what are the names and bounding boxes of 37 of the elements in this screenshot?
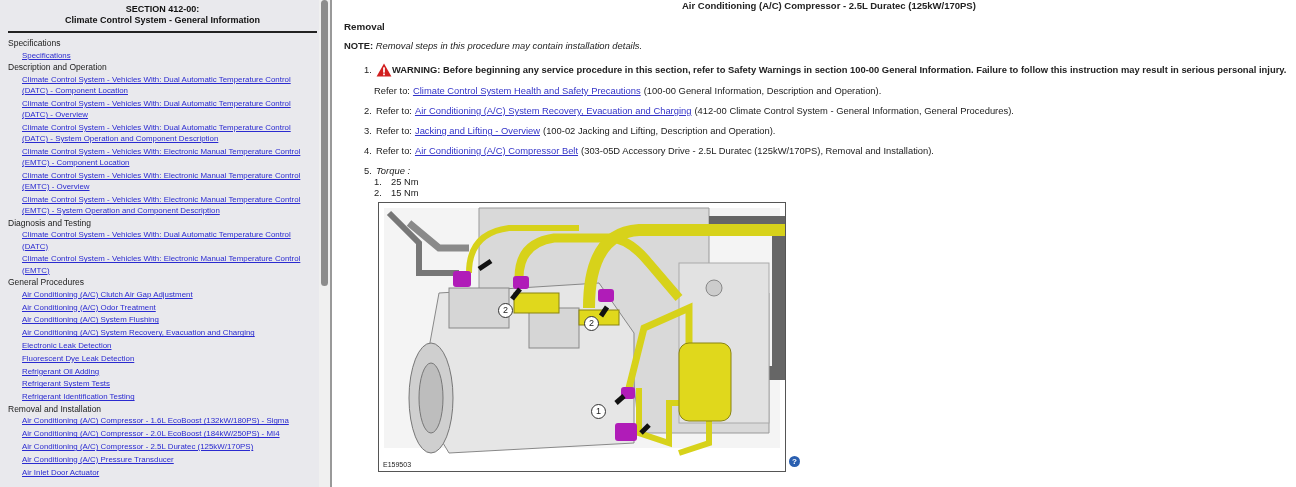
note-text: NOTE: Removal steps in this procedure may contain installation details. (344, 40, 644, 51)
help-icon[interactable]: ? (789, 456, 800, 467)
reference-link[interactable]: Air Conditioning (A/C) System Recovery, Evacuation and Charging (414, 105, 692, 117)
step-number: 4. (364, 145, 373, 157)
reference-text: (100-00 General Information, Description and Operation). (643, 85, 882, 97)
torque-label: Torque : (376, 165, 411, 177)
refer-label: Refer to: (376, 145, 412, 157)
reference-link[interactable]: Jacking and Lifting - Overview (414, 125, 540, 137)
warning-icon (376, 63, 392, 77)
group-heading: Specifications (8, 38, 62, 50)
reference-link[interactable]: Climate Control System Health and Safety Precautions (412, 85, 641, 97)
scrollbar-thumb[interactable] (321, 0, 328, 286)
step-number: 5. (364, 165, 373, 177)
group-heading: Diagnosis and Testing (8, 217, 92, 230)
group-heading: General Procedures (8, 277, 86, 289)
reference-text: (303-05D Accessory Drive - 2.5L Duratec (125kW/170PS), Removal and Installation). (581, 145, 934, 157)
reference-link[interactable]: Air Conditioning (A/C) Compressor Belt (414, 145, 579, 157)
group-heading: Description and Operation (8, 62, 108, 74)
section-title: Climate Control System - General Information (63, 15, 261, 26)
torque-value: 15 Nm (391, 187, 419, 198)
page-title: Air Conditioning (A/C) Compressor - 2.5L Duratec (125kW/170PS) (681, 0, 977, 11)
scrollbar-track[interactable] (319, 0, 330, 487)
section-number: SECTION 412-00: (124, 4, 201, 15)
refer-label: Refer to: (374, 85, 410, 97)
warning-text: WARNING: Before beginning any service procedure in this section, refer to Safety Warnings in section 100-00 General Information. Failure to follow this instruction may result in serious personal injury. (392, 64, 1287, 76)
section-heading: Removal (344, 21, 386, 32)
torque-number: 1. (374, 177, 383, 188)
torque-number: 2. (374, 187, 383, 198)
step-number: 2. (364, 105, 373, 117)
reference-text: (412-00 Climate Control System - General Information, General Procedures). (694, 105, 1014, 117)
torque-value: 25 Nm (391, 177, 419, 188)
step-number: 3. (364, 125, 373, 137)
group-heading: Removal and Installation (8, 403, 103, 416)
refer-label: Refer to: (376, 125, 412, 137)
refer-label: Refer to: (376, 105, 412, 117)
step-number: 1. (364, 64, 373, 76)
reference-text: (100-02 Jacking and Lifting, Description and Operation). (543, 125, 776, 137)
